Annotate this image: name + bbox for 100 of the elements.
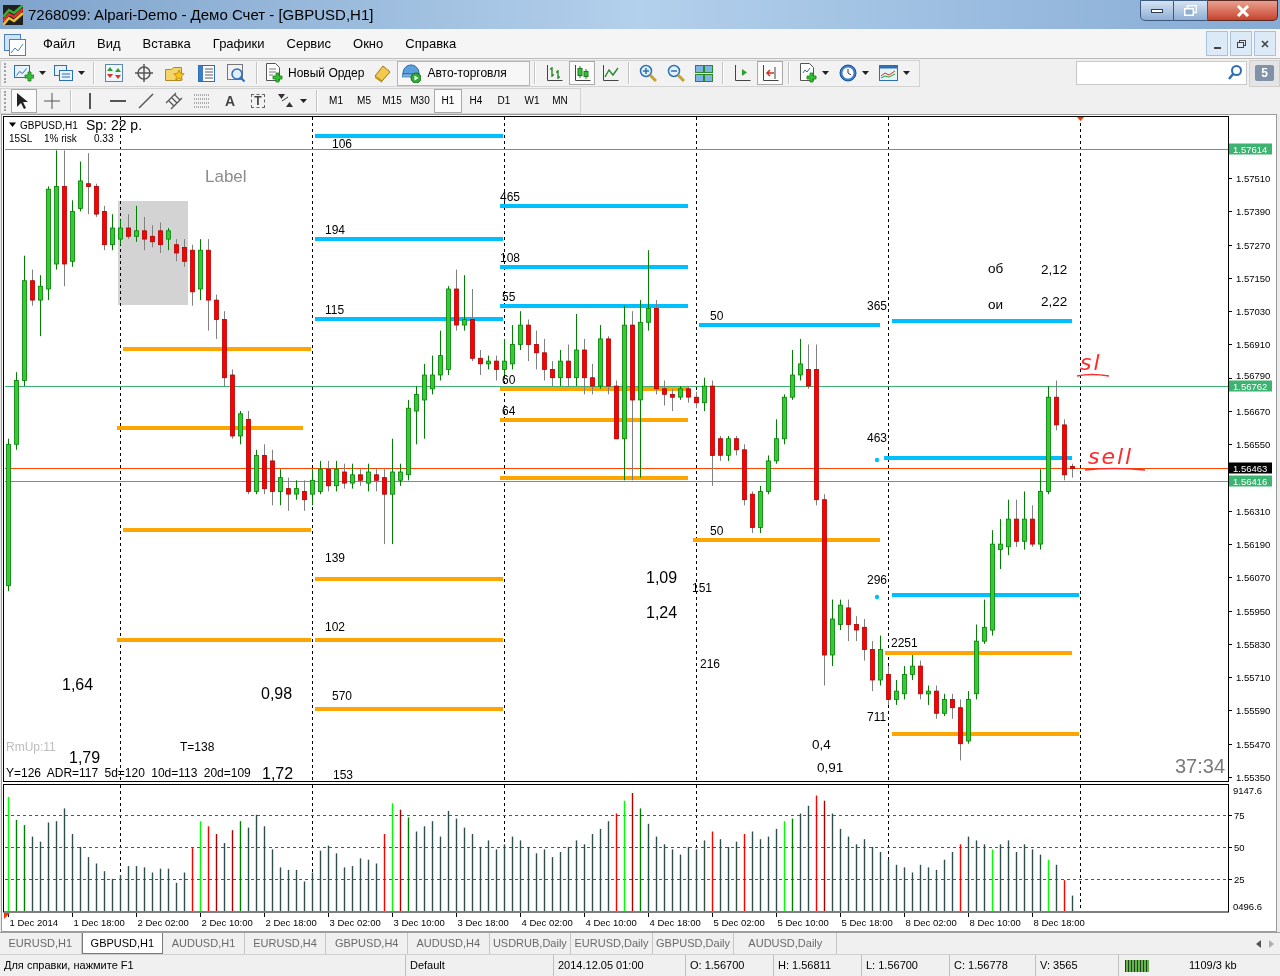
candle bbox=[478, 349, 483, 376]
caret-icon bbox=[300, 98, 307, 103]
handwritten-note: sl bbox=[1076, 349, 1110, 377]
candle bbox=[790, 349, 795, 401]
menu-item[interactable]: Вставка bbox=[131, 32, 202, 55]
candle bbox=[166, 227, 171, 251]
candle bbox=[374, 468, 379, 492]
candle bbox=[918, 660, 923, 700]
candle bbox=[902, 665, 907, 700]
candle bbox=[982, 599, 987, 645]
close-icon bbox=[1235, 4, 1250, 17]
period-button[interactable]: M15 bbox=[378, 88, 406, 113]
time-label: 4 Dec 18:00 bbox=[649, 916, 701, 928]
candle bbox=[366, 463, 371, 492]
ratio-value-text: 1,09 bbox=[646, 568, 678, 586]
low-price-text: L: 1.56700 bbox=[862, 954, 950, 976]
arrows-icon bbox=[277, 91, 295, 110]
menu-item[interactable]: Справка bbox=[394, 32, 468, 55]
period-button[interactable]: H1 bbox=[434, 88, 462, 113]
time-label: 2 Dec 10:00 bbox=[201, 916, 253, 928]
price-label: 1.55470 bbox=[1236, 739, 1271, 750]
auto-trading-button[interactable]: Авто-торговля bbox=[397, 60, 531, 86]
time-label: 1 Dec 18:00 bbox=[73, 916, 125, 928]
candle bbox=[278, 468, 283, 506]
document-plus-icon bbox=[265, 63, 283, 83]
crosshair-icon bbox=[135, 64, 153, 82]
point-marker-icon bbox=[874, 457, 880, 463]
candle bbox=[606, 335, 611, 395]
range-stats-text: Y=126 ADR=117 5d=120 10d=113 20d=109 bbox=[6, 766, 251, 780]
windows-icon bbox=[54, 64, 73, 82]
price-label: 1.56190 bbox=[1236, 539, 1271, 550]
candlestick-icon bbox=[573, 64, 592, 82]
level-value-text: 296 bbox=[867, 573, 888, 587]
minimize-button[interactable] bbox=[1140, 0, 1174, 21]
stop-loss-label: 15SL bbox=[9, 132, 33, 144]
candle bbox=[86, 152, 91, 215]
candlestick-chart-button[interactable] bbox=[569, 61, 596, 85]
price-tag: 1.56463 bbox=[1229, 462, 1272, 474]
candle bbox=[534, 330, 539, 370]
menu-item[interactable]: Сервис bbox=[275, 32, 343, 55]
chart-shift-button[interactable] bbox=[757, 61, 784, 85]
candle bbox=[926, 685, 931, 706]
menu-item[interactable]: Графики bbox=[201, 32, 276, 55]
hatched-channel-icon bbox=[165, 91, 183, 110]
price-tag: 1.56416 bbox=[1229, 475, 1272, 487]
period-button[interactable]: M5 bbox=[350, 88, 378, 113]
menu-item[interactable]: Вид bbox=[85, 32, 132, 55]
period-button[interactable]: W1 bbox=[518, 88, 546, 113]
chart-tab[interactable]: GBPUSD,H1 bbox=[81, 933, 164, 954]
point-marker-icon bbox=[314, 133, 320, 139]
child-close-button[interactable] bbox=[1254, 31, 1276, 56]
period-button[interactable]: M30 bbox=[406, 88, 434, 113]
candle bbox=[414, 385, 419, 445]
price-label: 1.57030 bbox=[1236, 306, 1271, 317]
period-button[interactable]: MN bbox=[546, 88, 574, 113]
level-value-text: 151 bbox=[692, 581, 713, 595]
close-button[interactable] bbox=[1208, 0, 1278, 21]
candle bbox=[542, 338, 547, 381]
level-value-text: 55 bbox=[502, 290, 516, 304]
candle bbox=[94, 183, 99, 218]
candle bbox=[734, 435, 739, 456]
time-label: 3 Dec 02:00 bbox=[329, 916, 381, 928]
candle bbox=[774, 418, 779, 465]
menu-item[interactable]: Окно bbox=[342, 32, 395, 55]
ref-line-label: 1.56463 bbox=[1233, 462, 1268, 474]
period-button[interactable]: M1 bbox=[322, 88, 350, 113]
high-price-text: H: 1.56811 bbox=[774, 954, 862, 976]
text-label-button[interactable]: T bbox=[245, 88, 271, 113]
open-price-text: O: 1.56700 bbox=[686, 954, 774, 976]
menu-item[interactable]: Файл bbox=[32, 32, 86, 55]
candle bbox=[558, 349, 563, 387]
child-minimize-button[interactable] bbox=[1206, 31, 1228, 56]
period-button[interactable]: H4 bbox=[462, 88, 490, 113]
restore-button[interactable] bbox=[1174, 0, 1208, 21]
book-icon bbox=[373, 63, 392, 83]
candle bbox=[110, 213, 115, 251]
restore-icon bbox=[1184, 5, 1197, 16]
search-field[interactable] bbox=[1076, 61, 1247, 85]
document-chart-plus-icon bbox=[799, 63, 818, 83]
window-title: 7268099: Alpari-Demo - Демо Счет - [GBPUSD,H1] bbox=[28, 7, 374, 22]
grid-icon bbox=[695, 64, 714, 82]
ratio-value-text: 1,72 bbox=[262, 764, 294, 782]
restore-icon bbox=[1236, 39, 1246, 48]
candle bbox=[286, 477, 291, 512]
ratio-value-text: 0,98 bbox=[261, 684, 293, 702]
volume-text: V: 3565 bbox=[1036, 954, 1119, 976]
period-button[interactable]: D1 bbox=[490, 88, 518, 113]
new-order-button[interactable]: Новый Ордер bbox=[262, 61, 368, 85]
cursor-button[interactable] bbox=[11, 88, 37, 113]
candle bbox=[806, 344, 811, 390]
child-restore-button[interactable] bbox=[1230, 31, 1252, 56]
text-button[interactable]: A bbox=[217, 88, 243, 113]
candle bbox=[462, 274, 467, 332]
diagonal-line-icon bbox=[137, 91, 155, 110]
price-tag: 1.57614 bbox=[1229, 143, 1272, 155]
time-label: 2 Dec 02:00 bbox=[137, 916, 189, 928]
level-value-text: 106 bbox=[332, 137, 353, 151]
price-label: 1.57270 bbox=[1236, 240, 1271, 251]
note-text: об bbox=[988, 260, 1004, 276]
price-label: 1.55710 bbox=[1236, 672, 1271, 683]
